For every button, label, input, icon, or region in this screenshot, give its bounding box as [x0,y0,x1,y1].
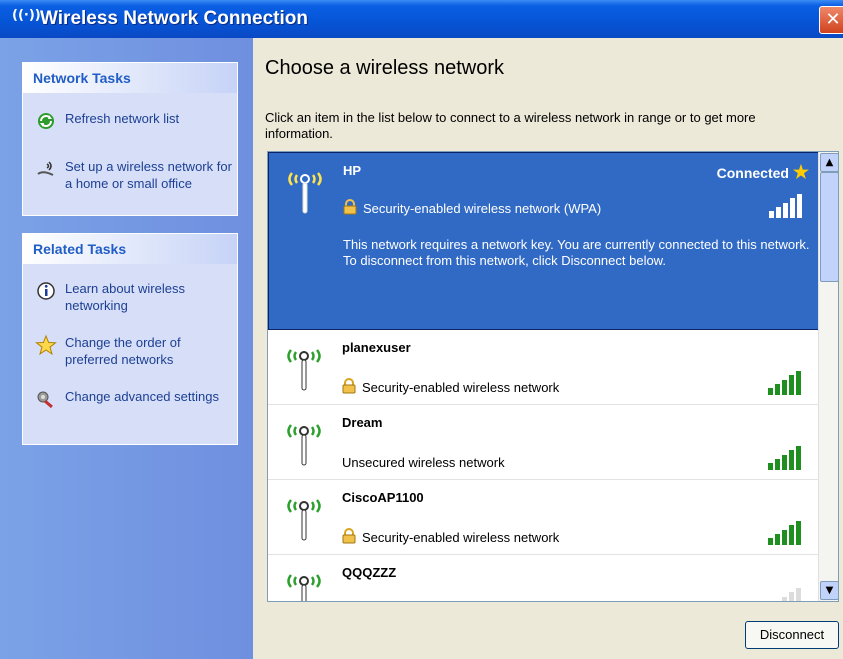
lock-icon [343,199,357,215]
signal-strength-icon [768,521,801,545]
network-item-ciscoap1100[interactable]: CiscoAP1100 Security-enabled wireless ne… [268,480,818,555]
refresh-network-list-label: Refresh network list [65,111,180,126]
network-name: Dream [342,415,383,430]
wireless-signal-icon [287,349,321,391]
signal-strength-icon [768,446,801,470]
wireless-signal-icon [287,499,321,541]
network-name: QQQZZZ [342,565,397,580]
signal-strength-icon [768,371,801,395]
disconnect-button[interactable]: Disconnect [745,621,839,649]
network-tasks-header: Network Tasks [23,63,237,93]
network-list-items: HP Connected ★ Security-enabled wireless… [268,152,820,601]
connection-status: Connected ★ [717,162,809,183]
network-item-planexuser[interactable]: planexuser Security-enabled wireless net… [268,330,818,405]
learn-wireless-label: Learn about wireless networking [65,281,185,313]
network-list-scrollbar[interactable]: ▲ ▼ [818,152,838,601]
connected-label: Connected [716,165,789,181]
signal-strength-icon [769,194,802,218]
network-name: planexuser [342,340,411,355]
network-item-dream[interactable]: Dream Unsecured wireless network [268,405,818,480]
security-label: Security-enabled wireless network (WPA) [363,201,602,216]
instructions-text: Click an item in the list below to conne… [265,110,756,141]
refresh-icon [38,113,54,129]
scroll-up-button[interactable]: ▲ [820,153,838,172]
network-name: CiscoAP1100 [342,490,424,505]
page-title: Choose a wireless network [265,57,504,79]
close-icon: ✕ [825,9,841,30]
wireless-antenna-icon: ((·)) [12,8,41,23]
title-bar[interactable]: ((·)) Wireless Network Connection ✕ [0,0,843,38]
wireless-network-connection-window: ((·)) Wireless Network Connection ✕ Netw… [0,0,843,659]
scroll-down-button[interactable]: ▼ [820,581,838,600]
lock-icon [342,378,356,394]
info-icon [37,282,55,300]
security-label: Security-enabled wireless network [362,380,560,395]
lock-icon [342,528,356,544]
network-item-hp[interactable]: HP Connected ★ Security-enabled wireless… [268,152,820,330]
network-tasks-panel: Network Tasks Refresh network list Set u… [22,62,238,216]
wireless-setup-icon [37,161,54,176]
main-pane: Choose a wireless network Click an item … [253,38,843,659]
change-network-order-label: Change the order of preferred networks [65,335,181,367]
wireless-signal-icon [287,574,321,601]
settings-icon [37,391,53,409]
change-advanced-settings-label: Change advanced settings [65,389,219,404]
preferred-star-icon: ★ [792,162,809,182]
related-tasks-panel: Related Tasks Learn about wireless netwo… [22,233,238,445]
scroll-thumb[interactable] [820,172,838,282]
security-label: Unsecured wireless network [342,455,505,470]
signal-strength-icon [782,588,801,601]
close-button[interactable]: ✕ [819,6,843,34]
related-tasks-header: Related Tasks [23,234,237,264]
security-label: Security-enabled wireless network [362,530,560,545]
window-title: Wireless Network Connection [40,8,308,29]
wireless-signal-icon [288,172,322,214]
wireless-signal-icon [287,424,321,466]
network-list[interactable]: HP Connected ★ Security-enabled wireless… [267,151,839,602]
network-description: This network requires a network key. You… [343,237,810,268]
star-icon [35,334,57,356]
setup-wireless-network-label: Set up a wireless network for a home or … [65,159,232,191]
network-name: HP [343,163,362,178]
task-pane: Network Tasks Refresh network list Set u… [0,38,253,659]
scroll-down-icon: ▼ [825,585,834,596]
network-item-qqqzzz[interactable]: QQQZZZ [268,555,818,601]
scroll-up-icon: ▲ [825,157,834,168]
